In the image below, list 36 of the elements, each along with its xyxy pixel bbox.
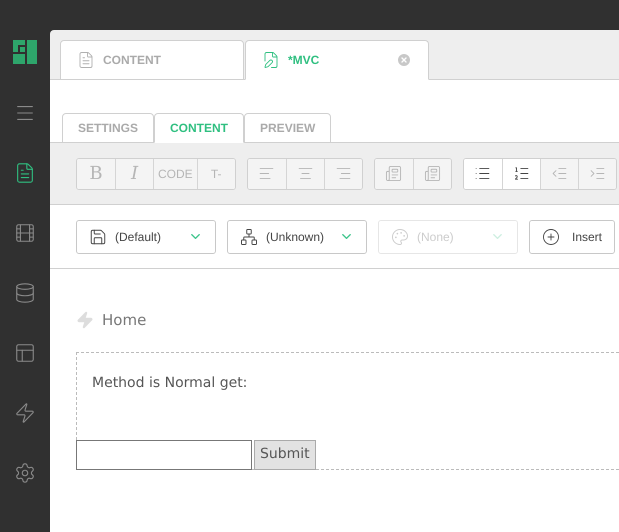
indent-icon — [588, 165, 606, 182]
insert-button[interactable]: Insert — [529, 220, 616, 254]
document-tab[interactable]: CONTENT — [60, 40, 244, 80]
align-right-icon — [334, 165, 352, 182]
image-text-icon — [424, 165, 441, 182]
logo-icon — [13, 40, 37, 64]
settings-icon — [14, 462, 36, 484]
align-left-icon — [258, 165, 276, 182]
view-tab[interactable]: SETTINGS — [62, 113, 154, 143]
palette-icon — [391, 228, 409, 246]
align-center-icon — [296, 165, 314, 182]
toolbar-button[interactable] — [464, 158, 502, 188]
numbered-list-icon — [512, 165, 530, 182]
image-text-icon — [385, 165, 402, 182]
document-icon — [77, 51, 95, 69]
layout-icon — [14, 342, 36, 364]
hierarchy-icon — [240, 228, 258, 246]
text-field[interactable] — [76, 440, 252, 470]
document-tab[interactable]: *MVC — [245, 40, 429, 80]
submit-button[interactable]: Submit — [254, 440, 316, 470]
view-tab[interactable]: PREVIEW — [244, 113, 332, 143]
database-icon — [14, 282, 36, 304]
lightning-icon — [14, 402, 36, 424]
film-icon — [14, 222, 36, 244]
edit-document-icon — [262, 51, 280, 69]
breadcrumb[interactable]: Home — [102, 309, 146, 332]
dropdown-select[interactable]: (Default) — [76, 220, 216, 254]
toolbar-button[interactable] — [502, 158, 540, 188]
lightning-icon — [76, 311, 94, 330]
view-tab[interactable]: CONTENT — [154, 113, 244, 143]
save-icon — [89, 228, 107, 246]
document-icon — [14, 162, 36, 184]
plus-icon — [542, 228, 560, 246]
content-text: Method is Normal get: — [91, 374, 248, 392]
outdent-icon — [550, 165, 568, 182]
dropdown-select[interactable]: (Unknown) — [227, 220, 367, 254]
